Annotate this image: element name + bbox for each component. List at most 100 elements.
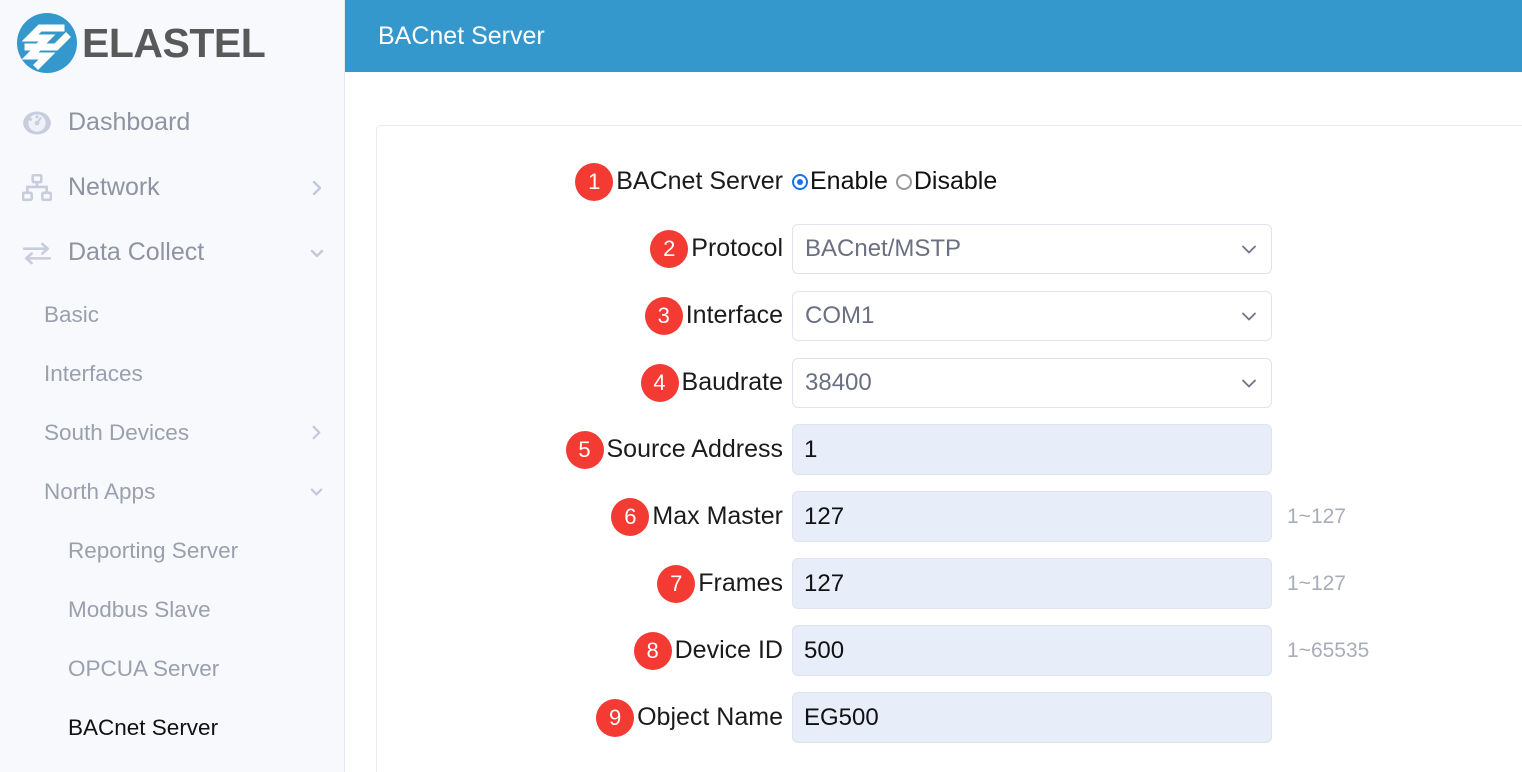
step-badge-2[interactable]: 2	[650, 229, 689, 268]
frames-value: 127	[804, 569, 845, 597]
step-badge-9[interactable]: 9	[596, 698, 635, 737]
form-label-group: 7 Frames	[377, 564, 792, 603]
sidebar-item-reporting-server[interactable]: Reporting Server	[0, 521, 344, 580]
caret-placeholder	[308, 366, 324, 382]
form-row-frames: 7 Frames 127 1~127	[377, 550, 1522, 617]
settings-panel: 1 BACnet Server Enable Disable 2 Protoco…	[376, 125, 1522, 772]
form-label-group: 8 Device ID	[377, 631, 792, 670]
form-row-protocol: 2 Protocol BACnet/MSTP	[377, 215, 1522, 282]
radio-disable-dot	[895, 173, 912, 190]
step-badge-6[interactable]: 6	[611, 497, 650, 536]
sidebar-item-label: Data Collect	[68, 238, 205, 266]
form-label-group: 1 BACnet Server	[377, 162, 792, 201]
sidebar-item-basic[interactable]: Basic	[0, 285, 344, 344]
protocol-select[interactable]: BACnet/MSTP	[792, 223, 1272, 274]
sidebar-item-label: OPCUA Server	[68, 655, 220, 681]
device-id-value: 500	[804, 636, 845, 664]
max-master-hint: 1~127	[1287, 504, 1346, 528]
source-address-input[interactable]: 1	[792, 424, 1272, 475]
main-content: BACnet Server 1 BACnet Server Enable Dis…	[345, 0, 1522, 772]
form-row-max-master: 6 Max Master 127 1~127	[377, 483, 1522, 550]
radio-enable-label: Enable	[810, 167, 888, 195]
sidebar-item-label: Network	[68, 173, 160, 201]
sidebar-item-label: BACnet Server	[68, 714, 219, 740]
chevron-right-icon[interactable]	[308, 179, 326, 197]
form-control: 500 1~65535	[792, 625, 1369, 676]
frames-input[interactable]: 127	[792, 558, 1272, 609]
object-name-input[interactable]: EG500	[792, 692, 1272, 743]
sidebar-item-bacnet-server[interactable]: BACnet Server	[0, 698, 344, 757]
radio-disable-label: Disable	[913, 167, 998, 195]
tachometer-icon	[20, 108, 54, 138]
form-label: Protocol	[691, 234, 783, 262]
baudrate-select-value: 38400	[805, 368, 872, 396]
sidebar-item-data-collect[interactable]: Data Collect	[0, 220, 344, 285]
form-control: EG500	[792, 692, 1272, 743]
step-badge-3[interactable]: 3	[644, 296, 683, 335]
form-row-device-id: 8 Device ID 500 1~65535	[377, 617, 1522, 684]
form-control: 127 1~127	[792, 491, 1346, 542]
form-label-group: 4 Baudrate	[377, 363, 792, 402]
form-label: Object Name	[637, 703, 783, 731]
app-root: ELASTEL Dashboard Network Data Collect B…	[0, 0, 1522, 772]
form-label: Device ID	[674, 636, 783, 664]
max-master-value: 127	[804, 502, 845, 530]
brand-logo[interactable]: ELASTEL	[0, 0, 344, 86]
sidebar-item-label: North Apps	[44, 478, 156, 504]
step-badge-5[interactable]: 5	[565, 430, 604, 469]
sidebar-item-label: Reporting Server	[68, 537, 239, 563]
sidebar-item-south-devices[interactable]: South Devices	[0, 403, 344, 462]
form-label-group: 9 Object Name	[377, 698, 792, 737]
sidebar-item-modbus-slave[interactable]: Modbus Slave	[0, 580, 344, 639]
form-label-group: 6 Max Master	[377, 497, 792, 536]
form-label-group: 5 Source Address	[377, 430, 792, 469]
caret-placeholder	[308, 114, 326, 132]
sidebar-item-label: Interfaces	[44, 360, 143, 386]
step-badge-4[interactable]: 4	[640, 363, 679, 402]
step-badge-8[interactable]: 8	[633, 631, 672, 670]
form-label-group: 2 Protocol	[377, 229, 792, 268]
interface-select[interactable]: COM1	[792, 290, 1272, 341]
form-row-object-name: 9 Object Name EG500	[377, 684, 1522, 751]
chevron-down-icon	[1239, 373, 1259, 393]
form-control: 38400	[792, 357, 1272, 408]
page-title: BACnet Server	[378, 21, 545, 50]
chevron-down-icon[interactable]	[308, 244, 326, 262]
sidebar-item-dashboard[interactable]: Dashboard	[0, 90, 344, 155]
device-id-input[interactable]: 500	[792, 625, 1272, 676]
sidebar-item-opcua-server[interactable]: OPCUA Server	[0, 639, 344, 698]
form-label: Source Address	[606, 435, 784, 463]
form-label: Frames	[698, 569, 783, 597]
form-control: BACnet/MSTP	[792, 223, 1272, 274]
source-address-value: 1	[804, 435, 818, 463]
chevron-right-icon[interactable]	[308, 425, 324, 441]
form-label: Interface	[685, 301, 783, 329]
sidebar: ELASTEL Dashboard Network Data Collect B…	[0, 0, 345, 772]
form-row-baudrate: 4 Baudrate 38400	[377, 349, 1522, 416]
form-row-bacnet-server: 1 BACnet Server Enable Disable	[377, 148, 1522, 215]
exchange-arrows-icon	[20, 238, 54, 268]
baudrate-select[interactable]: 38400	[792, 357, 1272, 408]
elastel-logo-icon	[14, 10, 80, 76]
radio-disable[interactable]: Disable	[895, 167, 998, 196]
form-control: 127 1~127	[792, 558, 1346, 609]
bacnet-settings-form: 1 BACnet Server Enable Disable 2 Protoco…	[377, 126, 1522, 751]
form-label-group: 3 Interface	[377, 296, 792, 335]
sidebar-item-interfaces[interactable]: Interfaces	[0, 344, 344, 403]
max-master-input[interactable]: 127	[792, 491, 1272, 542]
form-label: BACnet Server	[616, 167, 783, 195]
radio-enable-dot	[792, 173, 808, 190]
sidebar-item-north-apps[interactable]: North Apps	[0, 462, 344, 521]
sidebar-item-label: South Devices	[44, 419, 190, 445]
chevron-down-icon[interactable]	[308, 484, 324, 500]
radio-enable[interactable]: Enable	[792, 167, 888, 196]
bacnet-server-toggle: Enable Disable	[792, 167, 997, 196]
form-control: 1	[792, 424, 1272, 475]
step-badge-1[interactable]: 1	[575, 162, 614, 201]
step-badge-7[interactable]: 7	[657, 564, 696, 603]
chevron-down-icon	[1239, 239, 1259, 259]
object-name-value: EG500	[804, 703, 879, 731]
sidebar-item-network[interactable]: Network	[0, 155, 344, 220]
form-label: Max Master	[652, 502, 783, 530]
protocol-select-value: BACnet/MSTP	[805, 234, 962, 262]
